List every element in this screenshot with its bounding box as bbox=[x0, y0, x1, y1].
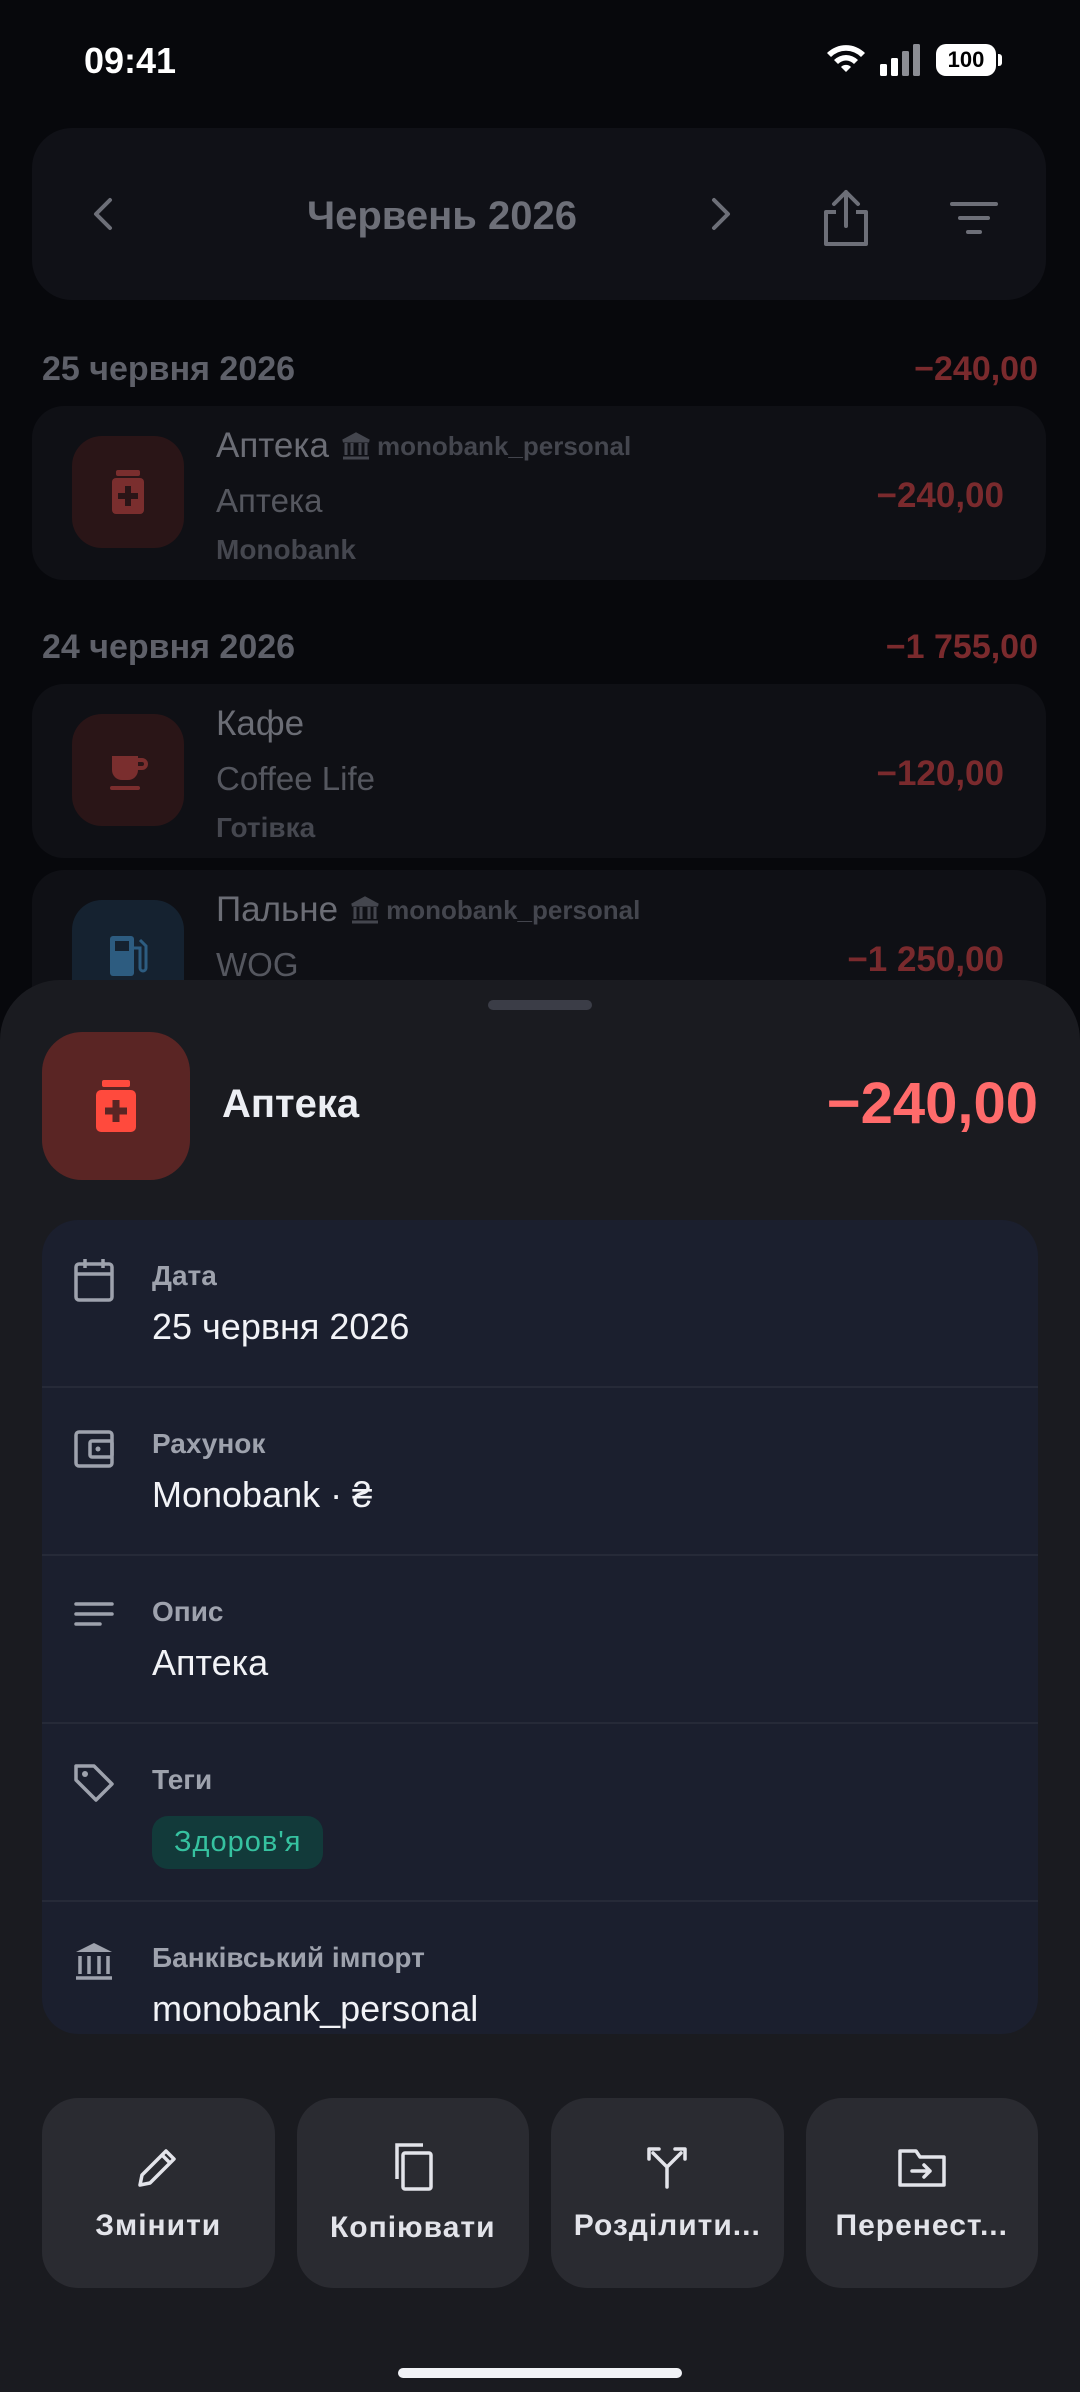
field-value: 25 червня 2026 bbox=[152, 1306, 410, 1347]
bank-icon bbox=[76, 1943, 112, 1980]
bank-badge: monobank_personal bbox=[350, 895, 640, 926]
transaction-description: Coffee Life bbox=[216, 760, 376, 797]
transaction-account: Monobank bbox=[216, 534, 356, 565]
field-description[interactable]: Опис Аптека bbox=[42, 1556, 1038, 1724]
split-label: Розділити... bbox=[573, 2209, 761, 2242]
tag-chip[interactable]: Здоров'я bbox=[152, 1816, 324, 1869]
day-header: 25 червня 2026 −240,00 bbox=[42, 350, 1038, 389]
day-header: 24 червня 2026 −1 755,00 bbox=[42, 628, 1038, 667]
transaction-category: Аптека monobank_personal bbox=[216, 426, 632, 465]
transaction-row[interactable]: Аптека monobank_personal Аптека Monobank… bbox=[32, 406, 1046, 580]
chevron-right-icon[interactable] bbox=[700, 186, 740, 242]
field-label: Опис bbox=[152, 1596, 224, 1627]
field-date[interactable]: Дата 25 червня 2026 bbox=[42, 1220, 1038, 1388]
transaction-account: Готівка bbox=[216, 812, 316, 843]
pharmacy-icon bbox=[72, 436, 184, 548]
edit-button[interactable]: Змінити bbox=[42, 2098, 275, 2288]
share-icon[interactable] bbox=[818, 186, 874, 250]
transaction-amount: −1 250,00 bbox=[847, 940, 1004, 979]
field-label: Дата bbox=[152, 1260, 217, 1291]
pharmacy-icon bbox=[42, 1032, 190, 1180]
transaction-category: Кафе bbox=[216, 704, 305, 743]
transaction-detail-sheet: Аптека −240,00 Дата 25 червня 2026 Рахун… bbox=[0, 980, 1080, 2392]
day-total: −240,00 bbox=[914, 350, 1038, 388]
wallet-icon bbox=[74, 1430, 114, 1468]
day-date: 24 червня 2026 bbox=[42, 628, 296, 666]
move-label: Перенест... bbox=[835, 2209, 1008, 2242]
month-navigator: Червень 2026 bbox=[32, 128, 1046, 300]
pencil-icon bbox=[138, 2149, 176, 2187]
move-button[interactable]: Перенест... bbox=[805, 2098, 1038, 2288]
copy-label: Копіювати bbox=[329, 2211, 496, 2244]
field-label: Рахунок bbox=[152, 1428, 266, 1459]
bank-icon bbox=[342, 432, 370, 460]
sheet-grabber[interactable] bbox=[488, 1000, 592, 1010]
field-label: Банківський імпорт bbox=[152, 1942, 425, 1973]
transaction-description: Аптека bbox=[216, 482, 323, 519]
sheet-amount: −240,00 bbox=[826, 1071, 1038, 1136]
home-indicator[interactable] bbox=[398, 2368, 682, 2378]
field-value: Monobank · ₴ bbox=[152, 1474, 373, 1515]
coffee-icon bbox=[72, 714, 184, 826]
field-label: Теги bbox=[152, 1764, 213, 1795]
transaction-amount: −120,00 bbox=[876, 754, 1005, 793]
bank-badge: monobank_personal bbox=[341, 431, 631, 462]
bank-icon bbox=[351, 896, 379, 924]
edit-label: Змінити bbox=[95, 2209, 222, 2242]
notes-icon bbox=[74, 1602, 114, 1626]
day-total: −1 755,00 bbox=[885, 628, 1038, 666]
sheet-title: Аптека bbox=[222, 1082, 360, 1126]
field-value: Аптека bbox=[152, 1642, 269, 1683]
transaction-amount: −240,00 bbox=[876, 476, 1005, 515]
copy-icon bbox=[395, 2143, 433, 2191]
sheet-header: Аптека −240,00 bbox=[42, 1032, 1038, 1180]
calendar-icon bbox=[74, 1259, 114, 1302]
day-date: 25 червня 2026 bbox=[42, 350, 296, 388]
folder-move-icon bbox=[898, 2149, 946, 2187]
field-bank-import[interactable]: Банківський імпорт monobank_personal bbox=[42, 1902, 1038, 2034]
action-bar: Змінити Копіювати Розділити... Перенест.… bbox=[42, 2098, 1038, 2288]
transaction-category: Пальне monobank_personal bbox=[216, 890, 641, 929]
split-icon bbox=[647, 2147, 687, 2189]
split-button[interactable]: Розділити... bbox=[551, 2098, 784, 2288]
tag-icon bbox=[74, 1764, 114, 1802]
copy-button[interactable]: Копіювати bbox=[296, 2098, 529, 2288]
transaction-row[interactable]: Кафе Coffee Life Готівка −120,00 bbox=[32, 684, 1046, 858]
field-account[interactable]: Рахунок Monobank · ₴ bbox=[42, 1388, 1038, 1556]
details-card: Дата 25 червня 2026 Рахунок Monobank · ₴… bbox=[42, 1220, 1038, 2034]
field-tags[interactable]: Теги Здоров'я bbox=[42, 1724, 1038, 1902]
transaction-description: WOG bbox=[216, 946, 299, 983]
field-value: monobank_personal bbox=[152, 1988, 479, 2029]
filter-icon[interactable] bbox=[948, 198, 1000, 238]
transactions-background: Червень 2026 25 червня 2026 −240,00 Апте… bbox=[0, 0, 1080, 1044]
